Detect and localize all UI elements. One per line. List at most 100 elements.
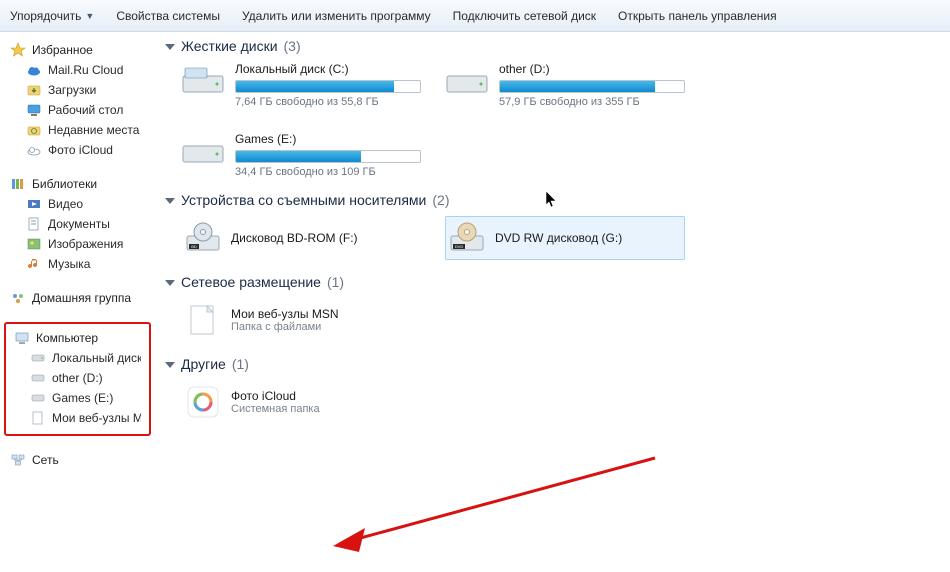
sidebar-computer-head[interactable]: Компьютер (8, 328, 147, 348)
cloud-icon (26, 62, 42, 78)
item-name: Мои веб-узлы MSN (231, 307, 338, 321)
sidebar-item-downloads[interactable]: Загрузки (4, 80, 151, 100)
icloud-icon (26, 142, 42, 158)
page-icon (30, 410, 46, 426)
sidebar-computer-label: Компьютер (36, 331, 98, 345)
sidebar-item-video[interactable]: Видео (4, 194, 151, 214)
toolbar-control-panel[interactable]: Открыть панель управления (618, 9, 777, 23)
sidebar-item-documents[interactable]: Документы (4, 214, 151, 234)
collapse-icon (165, 280, 175, 286)
sidebar-item-label: Видео (48, 197, 83, 211)
sidebar-item-drive-d[interactable]: other (D:) (8, 368, 147, 388)
sidebar-item-label: Музыка (48, 257, 90, 271)
section-netloc-head[interactable]: Сетевое размещение (1) (165, 274, 940, 290)
computer-icon (14, 330, 30, 346)
section-hdd-title: Жесткие диски (181, 38, 278, 54)
toolbar-uninstall[interactable]: Удалить или изменить программу (242, 9, 431, 23)
drive-icon (30, 350, 46, 366)
section-other: Другие (1) Фото iCloud Системная папка (165, 356, 940, 424)
sidebar-item-mailru[interactable]: Mail.Ru Cloud (4, 60, 151, 80)
sidebar-network-head[interactable]: Сеть (4, 450, 151, 470)
downloads-icon (26, 82, 42, 98)
item-sub: Папка с файлами (231, 321, 338, 333)
item-name: Фото iCloud (231, 389, 320, 403)
sidebar-item-desktop[interactable]: Рабочий стол (4, 100, 151, 120)
item-icloud-photos[interactable]: Фото iCloud Системная папка (181, 380, 421, 424)
video-icon (26, 196, 42, 212)
drive-name: Games (E:) (235, 132, 421, 146)
drive-usage-bar (235, 80, 421, 93)
sidebar-favorites-head[interactable]: Избранное (4, 40, 151, 60)
section-removable-count: (2) (432, 192, 449, 208)
sidebar-favorites: Избранное Mail.Ru Cloud Загрузки Рабочий… (4, 40, 151, 160)
sidebar-libraries-head[interactable]: Библиотеки (4, 174, 151, 194)
bdrom-icon: BD (185, 220, 221, 256)
content-pane: Жесткие диски (3) Локальный диск (C:) 7,… (155, 32, 950, 572)
sidebar-item-drive-c[interactable]: Локальный диск (C:) (8, 348, 147, 368)
sidebar-item-drive-e[interactable]: Games (E:) (8, 388, 147, 408)
item-dvdrw[interactable]: DVD DVD RW дисковод (G:) (445, 216, 685, 260)
network-icon (10, 452, 26, 468)
sidebar-item-label: Рабочий стол (48, 103, 123, 117)
sidebar-item-label: Локальный диск (C:) (52, 351, 141, 365)
collapse-icon (165, 362, 175, 368)
toolbar-uninstall-label: Удалить или изменить программу (242, 9, 431, 23)
drive-c[interactable]: Локальный диск (C:) 7,64 ГБ свободно из … (181, 62, 421, 108)
sidebar-item-msn[interactable]: Мои веб-узлы MSN (8, 408, 147, 428)
sidebar-item-label: Games (E:) (52, 391, 113, 405)
drive-d[interactable]: other (D:) 57,9 ГБ свободно из 355 ГБ (445, 62, 685, 108)
section-hdd-head[interactable]: Жесткие диски (3) (165, 38, 940, 54)
sidebar-item-recent[interactable]: Недавние места (4, 120, 151, 140)
item-name: Дисковод BD-ROM (F:) (231, 231, 358, 245)
toolbar-properties-label: Свойства системы (116, 9, 220, 23)
music-icon (26, 256, 42, 272)
photos-icon (185, 384, 221, 420)
item-name: DVD RW дисковод (G:) (495, 231, 622, 245)
section-netloc-count: (1) (327, 274, 344, 290)
section-removable-title: Устройства со съемными носителями (181, 192, 426, 208)
toolbar-organize-label: Упорядочить (10, 9, 81, 23)
sidebar-libraries-label: Библиотеки (32, 177, 97, 191)
sidebar-item-label: Загрузки (48, 83, 96, 97)
homegroup-icon (10, 290, 26, 306)
sidebar-item-label: Документы (48, 217, 110, 231)
desktop-icon (26, 102, 42, 118)
toolbar-properties[interactable]: Свойства системы (116, 9, 220, 23)
drive-usage-bar (235, 150, 421, 163)
toolbar-map-drive-label: Подключить сетевой диск (453, 9, 596, 23)
drive-e[interactable]: Games (E:) 34,4 ГБ свободно из 109 ГБ (181, 132, 421, 178)
section-hdd: Жесткие диски (3) Локальный диск (C:) 7,… (165, 38, 940, 178)
libraries-icon (10, 176, 26, 192)
sidebar-homegroup: Домашняя группа (4, 288, 151, 308)
toolbar-organize[interactable]: Упорядочить ▼ (10, 9, 94, 23)
dvdrw-icon: DVD (449, 220, 485, 256)
documents-icon (26, 216, 42, 232)
sidebar-item-label: Фото iCloud (48, 143, 113, 157)
section-other-count: (1) (232, 356, 249, 372)
annotation-arrow (325, 450, 665, 560)
item-sub: Системная папка (231, 403, 320, 415)
drive-usage-bar (499, 80, 685, 93)
sidebar-item-label: other (D:) (52, 371, 103, 385)
cursor-icon (545, 190, 559, 210)
pictures-icon (26, 236, 42, 252)
section-other-head[interactable]: Другие (1) (165, 356, 940, 372)
drive-free-text: 34,4 ГБ свободно из 109 ГБ (235, 166, 421, 178)
sidebar-homegroup-head[interactable]: Домашняя группа (4, 288, 151, 308)
drive-free-text: 7,64 ГБ свободно из 55,8 ГБ (235, 96, 421, 108)
sidebar-item-music[interactable]: Музыка (4, 254, 151, 274)
star-icon (10, 42, 26, 58)
sidebar-network: Сеть (4, 450, 151, 470)
sidebar-item-icloud-photos[interactable]: Фото iCloud (4, 140, 151, 160)
toolbar-map-drive[interactable]: Подключить сетевой диск (453, 9, 596, 23)
sidebar-item-pictures[interactable]: Изображения (4, 234, 151, 254)
hdd-icon (181, 62, 225, 98)
item-msn-web[interactable]: Мои веб-узлы MSN Папка с файлами (181, 298, 421, 342)
item-bdrom[interactable]: BD Дисковод BD-ROM (F:) (181, 216, 421, 260)
section-netloc: Сетевое размещение (1) Мои веб-узлы MSN … (165, 274, 940, 342)
collapse-icon (165, 198, 175, 204)
drive-name: other (D:) (499, 62, 685, 76)
section-netloc-title: Сетевое размещение (181, 274, 321, 290)
hdd-icon (445, 62, 489, 98)
sidebar-item-label: Мои веб-узлы MSN (52, 411, 141, 425)
